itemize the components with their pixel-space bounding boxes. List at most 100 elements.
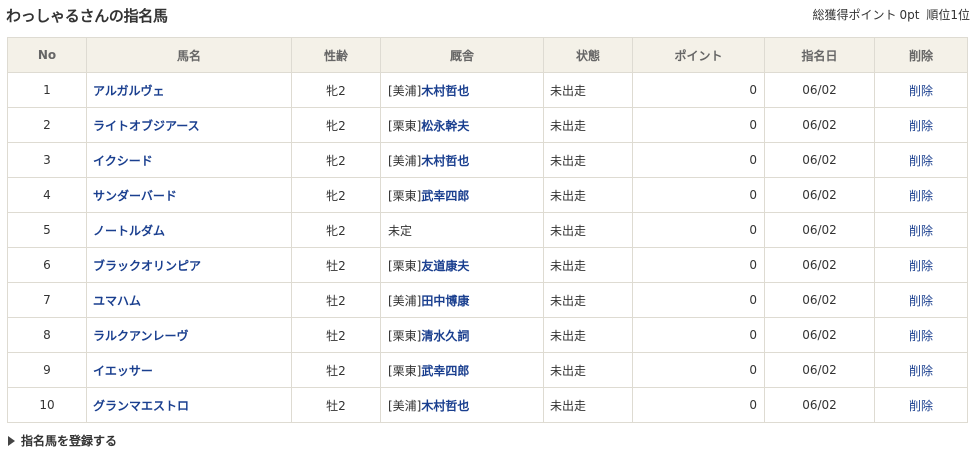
table-row: 5 ノートルダム 牝2 未定 未出走 0 06/02 削除 [7,212,968,248]
trainer-link[interactable]: 木村哲也 [421,154,469,168]
region-label: [栗東] [388,328,422,343]
trainer-link[interactable]: 清水久詞 [421,329,469,343]
region-label: [栗東] [388,258,422,273]
horse-name-link[interactable]: サンダーバード [93,189,177,203]
row-stable-cell: [美浦]木村哲也 [380,142,544,178]
row-no: 5 [7,212,87,248]
row-delete-cell: 削除 [874,352,968,388]
row-no: 4 [7,177,87,213]
horse-name-link[interactable]: グランマエストロ [93,399,189,413]
row-date: 06/02 [764,387,875,423]
row-delete-cell: 削除 [874,72,968,108]
row-date: 06/02 [764,282,875,318]
trainer-link[interactable]: 木村哲也 [421,84,469,98]
stable-undecided: 未定 [388,223,413,238]
col-stable: 厩舎 [380,37,544,73]
row-state: 未出走 [543,387,633,423]
row-delete-cell: 削除 [874,387,968,423]
row-sex-age: 牝2 [291,107,381,143]
points-value: 0pt [899,8,920,22]
row-point: 0 [632,142,765,178]
row-no: 6 [7,247,87,283]
delete-link[interactable]: 削除 [909,364,933,378]
row-sex-age: 牝2 [291,142,381,178]
delete-link[interactable]: 削除 [909,84,933,98]
row-sex-age: 牡2 [291,247,381,283]
trainer-link[interactable]: 木村哲也 [421,399,469,413]
row-delete-cell: 削除 [874,177,968,213]
horse-table: No 馬名 性齢 厩舎 状態 ポイント 指名日 削除 1 アルガルヴェ 牝2 [美浦]… [7,37,968,423]
delete-link[interactable]: 削除 [909,119,933,133]
row-stable-cell: [栗東]松永幹夫 [380,107,544,143]
trainer-link[interactable]: 松永幹夫 [421,119,469,133]
trainer-link[interactable]: 武幸四郎 [421,189,469,203]
horse-name-link[interactable]: イクシード [93,154,153,168]
row-stable-cell: [栗東]友道康夫 [380,247,544,283]
horse-name-link[interactable]: アルガルヴェ [93,84,165,98]
row-name-cell: ブラックオリンピア [86,247,292,283]
row-sex-age: 牡2 [291,352,381,388]
row-stable-cell: 未定 [380,212,544,248]
horse-name-link[interactable]: ノートルダム [93,224,165,238]
register-label: 指名馬を登録する [21,434,118,448]
row-state: 未出走 [543,177,633,213]
row-delete-cell: 削除 [874,212,968,248]
row-state: 未出走 [543,72,633,108]
horse-name-link[interactable]: ブラックオリンピア [93,259,201,273]
delete-link[interactable]: 削除 [909,224,933,238]
row-date: 06/02 [764,177,875,213]
region-label: [美浦] [388,83,422,98]
region-label: [栗東] [388,118,422,133]
row-state: 未出走 [543,247,633,283]
triangle-right-icon [8,435,15,446]
delete-link[interactable]: 削除 [909,399,933,413]
row-no: 9 [7,352,87,388]
row-delete-cell: 削除 [874,317,968,353]
row-no: 10 [7,387,87,423]
horse-name-link[interactable]: イエッサー [93,364,153,378]
trainer-link[interactable]: 友道康夫 [421,259,469,273]
delete-link[interactable]: 削除 [909,189,933,203]
row-point: 0 [632,212,765,248]
delete-link[interactable]: 削除 [909,294,933,308]
row-delete-cell: 削除 [874,282,968,318]
region-label: [栗東] [388,188,422,203]
row-state: 未出走 [543,352,633,388]
row-no: 1 [7,72,87,108]
region-label: [栗東] [388,363,422,378]
row-sex-age: 牝2 [291,72,381,108]
col-state: 状態 [543,37,633,73]
horse-name-link[interactable]: ユマハム [93,294,141,308]
trainer-link[interactable]: 田中博康 [421,294,469,308]
col-delete: 削除 [874,37,968,73]
row-sex-age: 牡2 [291,387,381,423]
row-name-cell: ノートルダム [86,212,292,248]
row-no: 8 [7,317,87,353]
page-header: わっしゃるさんの指名馬 総獲得ポイント 0pt 順位1位 [0,0,978,32]
horse-name-link[interactable]: ラルクアンレーヴ [93,329,189,343]
row-delete-cell: 削除 [874,247,968,283]
delete-link[interactable]: 削除 [909,329,933,343]
row-date: 06/02 [764,352,875,388]
horse-name-link[interactable]: ライトオブジアース [93,119,200,133]
row-name-cell: ラルクアンレーヴ [86,317,292,353]
table-row: 6 ブラックオリンピア 牡2 [栗東]友道康夫 未出走 0 06/02 削除 [7,247,968,283]
row-no: 7 [7,282,87,318]
table-row: 1 アルガルヴェ 牝2 [美浦]木村哲也 未出走 0 06/02 削除 [7,72,968,108]
rank-label: 順位 [926,8,951,22]
col-point: ポイント [632,37,765,73]
row-point: 0 [632,317,765,353]
table-row: 4 サンダーバード 牝2 [栗東]武幸四郎 未出走 0 06/02 削除 [7,177,968,213]
col-no: No [7,37,87,73]
register-horse-link[interactable]: 指名馬を登録する [8,432,117,449]
delete-link[interactable]: 削除 [909,154,933,168]
row-point: 0 [632,352,765,388]
row-stable-cell: [栗東]清水久詞 [380,317,544,353]
row-point: 0 [632,247,765,283]
row-name-cell: サンダーバード [86,177,292,213]
delete-link[interactable]: 削除 [909,259,933,273]
row-delete-cell: 削除 [874,107,968,143]
rank-value: 1位 [950,8,970,22]
trainer-link[interactable]: 武幸四郎 [421,364,469,378]
row-name-cell: イエッサー [86,352,292,388]
